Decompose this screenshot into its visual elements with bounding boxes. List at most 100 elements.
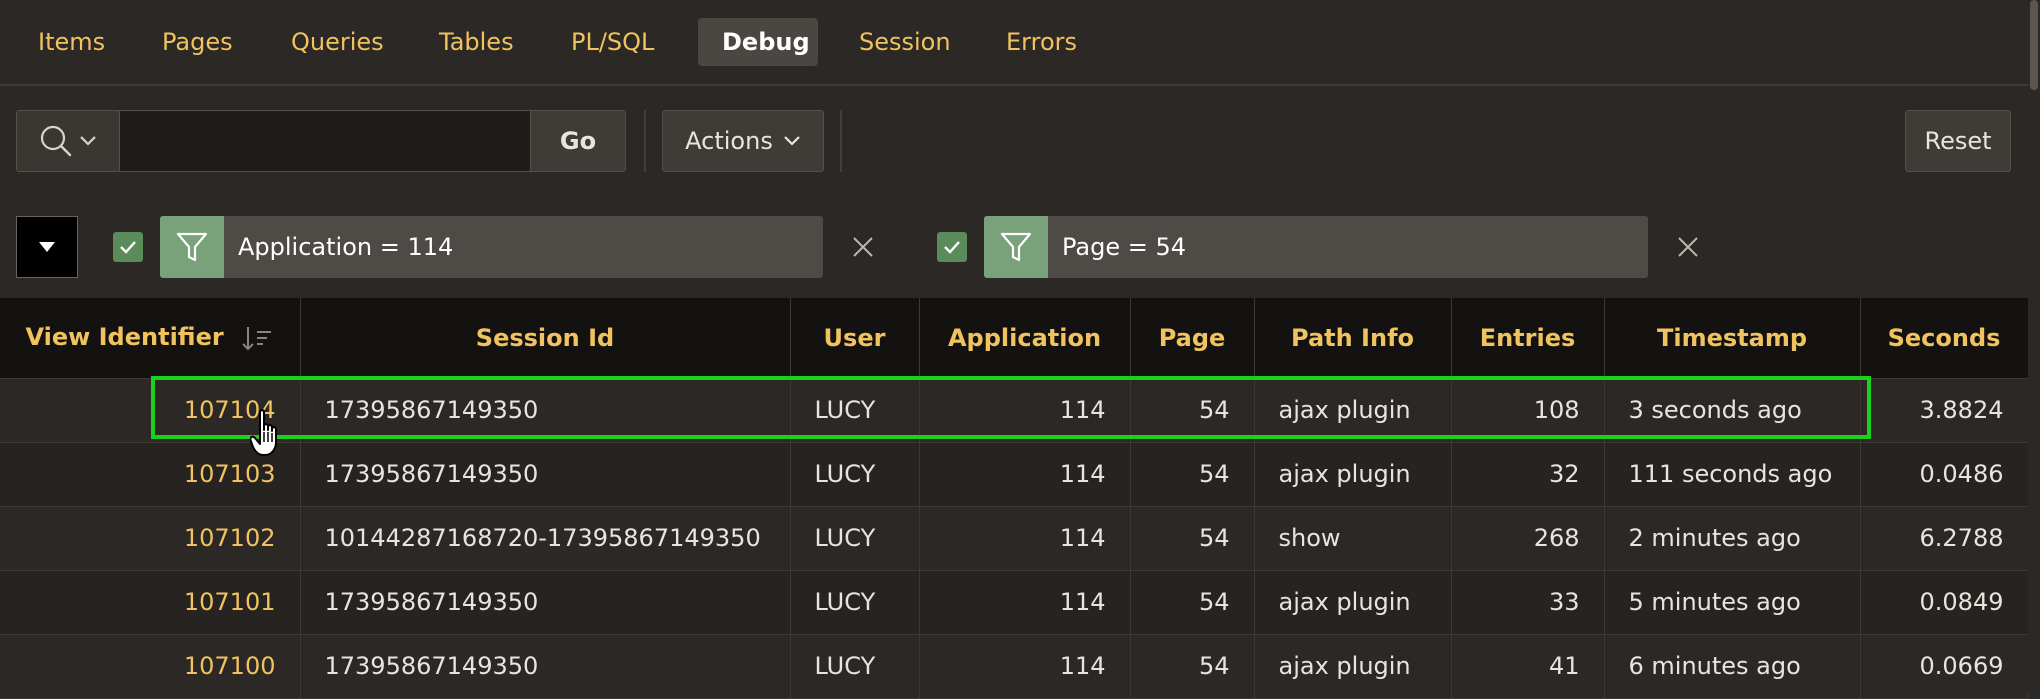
user-cell: LUCY [790, 634, 920, 699]
tab-items[interactable]: Items [14, 18, 129, 66]
seconds-cell: 0.0849 [1860, 570, 2029, 635]
path-info-cell: ajax plugin [1254, 378, 1452, 443]
application-cell: 114 [919, 378, 1131, 443]
remove-filter-button[interactable] [1673, 232, 1703, 262]
page-cell: 54 [1130, 506, 1255, 571]
entries-cell: 268 [1451, 506, 1605, 571]
page-cell: 54 [1130, 442, 1255, 507]
column-header-session-id[interactable]: Session Id [300, 298, 791, 379]
view-identifier-link[interactable]: 107100 [0, 634, 301, 699]
user-cell: LUCY [790, 442, 920, 507]
view-identifier-link[interactable]: 107102 [0, 506, 301, 571]
application-cell: 114 [919, 442, 1131, 507]
table-row: 107100 17395867149350 LUCY 114 54 ajax p… [0, 634, 2029, 699]
table-row: 107103 17395867149350 LUCY 114 54 ajax p… [0, 442, 2029, 507]
search-icon [40, 125, 72, 157]
filter-enable-checkbox[interactable] [937, 232, 967, 262]
timestamp-cell: 6 minutes ago [1604, 634, 1861, 699]
tab-debug[interactable]: Debug [698, 18, 818, 66]
table-row: 107102 10144287168720-17395867149350 LUC… [0, 506, 2029, 571]
debug-table: View Identifier Session Id User Applicat… [0, 298, 2029, 699]
session-id-cell: 17395867149350 [300, 634, 791, 699]
search-input[interactable] [120, 111, 530, 171]
session-id-cell: 17395867149350 [300, 570, 791, 635]
remove-filter-button[interactable] [848, 232, 878, 262]
search-column-selector[interactable] [17, 111, 120, 171]
user-cell: LUCY [790, 506, 920, 571]
path-info-cell: ajax plugin [1254, 570, 1452, 635]
page-cell: 54 [1130, 570, 1255, 635]
report-toolbar: Go Actions Reset [0, 86, 2028, 198]
tab-tables[interactable]: Tables [415, 18, 538, 66]
reset-button[interactable]: Reset [1905, 110, 2011, 172]
check-icon [944, 241, 960, 254]
filter-enable-checkbox[interactable] [113, 232, 143, 262]
column-header-application[interactable]: Application [919, 298, 1131, 379]
triangle-down-icon [39, 242, 55, 252]
view-identifier-link[interactable]: 107101 [0, 570, 301, 635]
toolbar-divider [840, 110, 842, 172]
filter-label: Page = 54 [1062, 233, 1187, 261]
search-bar: Go [16, 110, 626, 172]
actions-label: Actions [685, 127, 773, 155]
seconds-cell: 0.0486 [1860, 442, 2029, 507]
column-header-entries[interactable]: Entries [1451, 298, 1605, 379]
table-row: 107104 17395867149350 LUCY 114 54 ajax p… [0, 378, 2029, 443]
seconds-cell: 0.0669 [1860, 634, 2029, 699]
seconds-cell: 3.8824 [1860, 378, 2029, 443]
toolbar-divider [644, 110, 646, 172]
session-id-cell: 17395867149350 [300, 378, 791, 443]
user-cell: LUCY [790, 570, 920, 635]
timestamp-cell: 111 seconds ago [1604, 442, 1861, 507]
timestamp-cell: 2 minutes ago [1604, 506, 1861, 571]
go-button[interactable]: Go [530, 111, 625, 171]
column-header-view-identifier[interactable]: View Identifier [0, 298, 301, 379]
actions-button[interactable]: Actions [662, 110, 824, 172]
filter-icon [1000, 232, 1032, 262]
tab-queries[interactable]: Queries [267, 18, 408, 66]
application-cell: 114 [919, 634, 1131, 699]
column-header-seconds[interactable]: Seconds [1860, 298, 2029, 379]
entries-cell: 32 [1451, 442, 1605, 507]
scrollbar-thumb[interactable] [2030, 0, 2038, 90]
column-header-page[interactable]: Page [1130, 298, 1255, 379]
path-info-cell: ajax plugin [1254, 442, 1452, 507]
filter-pill[interactable]: Application = 114 [160, 216, 823, 278]
column-header-timestamp[interactable]: Timestamp [1604, 298, 1861, 379]
entries-cell: 33 [1451, 570, 1605, 635]
tab-errors[interactable]: Errors [982, 18, 1101, 66]
toggle-filters-button[interactable] [16, 216, 78, 278]
user-cell: LUCY [790, 378, 920, 443]
entries-cell: 41 [1451, 634, 1605, 699]
filter-icon-box [984, 216, 1048, 278]
sort-descending-icon [242, 327, 272, 351]
column-header-user[interactable]: User [790, 298, 920, 379]
table-row: 107101 17395867149350 LUCY 114 54 ajax p… [0, 570, 2029, 635]
path-info-cell: ajax plugin [1254, 634, 1452, 699]
session-id-cell: 17395867149350 [300, 442, 791, 507]
tab-pages[interactable]: Pages [138, 18, 257, 66]
entries-cell: 108 [1451, 378, 1605, 443]
close-icon [1678, 237, 1698, 257]
hand-pointer-icon [250, 409, 277, 456]
application-cell: 114 [919, 506, 1131, 571]
seconds-cell: 6.2788 [1860, 506, 2029, 571]
filter-icon-box [160, 216, 224, 278]
filter-icon [176, 232, 208, 262]
tab-plsql[interactable]: PL/SQL [547, 18, 678, 66]
session-id-cell: 10144287168720-17395867149350 [300, 506, 791, 571]
chevron-down-icon [784, 136, 800, 146]
debug-report-grid: View Identifier Session Id User Applicat… [0, 298, 2029, 699]
chevron-down-icon [80, 136, 96, 146]
vertical-scrollbar[interactable] [2028, 0, 2040, 694]
timestamp-cell: 5 minutes ago [1604, 570, 1861, 635]
application-cell: 114 [919, 570, 1131, 635]
column-header-path-info[interactable]: Path Info [1254, 298, 1452, 379]
filter-pill[interactable]: Page = 54 [984, 216, 1648, 278]
timestamp-cell: 3 seconds ago [1604, 378, 1861, 443]
filter-bar: Application = 114 Page = 54 [0, 198, 2028, 298]
tab-session[interactable]: Session [835, 18, 975, 66]
path-info-cell: show [1254, 506, 1452, 571]
filter-label: Application = 114 [238, 233, 454, 261]
table-header-row: View Identifier Session Id User Applicat… [0, 298, 2029, 379]
